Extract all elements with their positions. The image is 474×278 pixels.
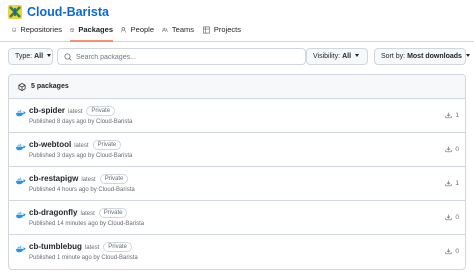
package-row: cb-dragonfly latest Private Published 14 m… <box>9 201 465 235</box>
package-row: cb-webtool latest Private Published 3 days… <box>9 133 465 167</box>
tab-packages[interactable]: Packages <box>70 23 113 42</box>
docker-icon <box>16 211 26 219</box>
download-icon <box>445 146 452 153</box>
package-name-link[interactable]: cb-restapigw <box>29 174 78 183</box>
package-list-header: 5 packages <box>9 75 465 99</box>
package-tag: latest <box>74 143 89 149</box>
tab-label: Packages <box>78 25 113 34</box>
download-count: 0 <box>445 248 459 255</box>
package-count: 5 packages <box>31 83 69 90</box>
package-meta: Published 1 minute ago by Cloud-Barista <box>29 255 138 261</box>
table-icon <box>203 26 210 34</box>
download-count: 1 <box>445 112 459 119</box>
visibility-badge: Private <box>98 208 128 218</box>
download-icon <box>445 180 452 187</box>
package-row: cb-tumblebug latest Private Published 1 mi… <box>9 235 465 269</box>
package-title-line: cb-webtool latest Private <box>29 139 122 152</box>
visibility-filter-label: Visibility: <box>313 53 341 60</box>
package-name-link[interactable]: cb-dragonfly <box>29 208 77 217</box>
tab-projects[interactable]: Projects <box>203 23 241 42</box>
tab-label: Projects <box>213 25 241 34</box>
package-title-line: cb-spider latest Private <box>29 105 116 118</box>
download-count: 0 <box>445 146 459 153</box>
package-tag: latest <box>68 109 83 115</box>
filter-bar: Type: All Visibility: All Sort by: Most … <box>8 48 470 65</box>
org-name-link[interactable]: Cloud-Barista <box>27 3 109 21</box>
visibility-filter-dropdown[interactable]: Visibility: All <box>306 48 368 65</box>
package-title-line: cb-tumblebug latest Private <box>29 241 132 254</box>
download-count-value: 1 <box>455 112 459 119</box>
tab-label: Repositories <box>20 25 62 34</box>
chevron-down-icon <box>465 53 470 57</box>
visibility-badge: Private <box>86 106 116 116</box>
sort-dropdown[interactable]: Sort by: Most downloads <box>374 48 470 65</box>
chevron-down-icon <box>355 53 360 57</box>
package-meta: Published 3 days ago by Cloud-Barista <box>29 153 133 159</box>
docker-icon <box>16 245 26 253</box>
package-meta: Published 8 days ago by Cloud-Barista <box>29 119 133 125</box>
package-name-link[interactable]: cb-webtool <box>29 140 71 149</box>
download-icon <box>445 214 452 221</box>
visibility-filter-value: All <box>342 53 352 60</box>
tab-teams[interactable]: Teams <box>162 23 194 42</box>
type-filter-value: All <box>34 53 44 60</box>
tab-label: Teams <box>171 25 194 34</box>
package-tag: latest <box>81 177 96 183</box>
sort-value: Most downloads <box>407 53 462 60</box>
package-icon <box>70 27 75 33</box>
person-icon <box>120 27 126 33</box>
download-count: 0 <box>445 214 459 221</box>
package-row: cb-spider latest Private Published 8 days … <box>9 99 465 133</box>
package-name-link[interactable]: cb-tumblebug <box>29 242 82 251</box>
package-meta: Published 4 hours ago by Cloud-Barista <box>29 187 135 193</box>
download-count: 1 <box>445 180 459 187</box>
search-field[interactable] <box>57 48 306 65</box>
chevron-down-icon <box>47 53 52 57</box>
package-title-line: cb-restapigw latest Private <box>29 173 129 186</box>
download-count-value: 0 <box>455 146 459 153</box>
package-title-line: cb-dragonfly latest Private <box>29 207 128 220</box>
download-count-value: 1 <box>455 180 459 187</box>
package-row: cb-restapigw latest Private Published 4 ho… <box>9 167 465 201</box>
sort-label: Sort by: <box>381 53 406 60</box>
people-icon <box>162 27 168 32</box>
tab-label: People <box>130 25 154 34</box>
docker-icon <box>16 109 26 117</box>
org-logo[interactable] <box>8 5 22 19</box>
package-tag: latest <box>84 245 100 251</box>
visibility-badge: Private <box>99 174 129 184</box>
download-icon <box>445 112 452 119</box>
repo-icon <box>12 27 16 33</box>
visibility-badge: Private <box>92 140 122 150</box>
package-list: 5 packages cb-spider latest Private Publis… <box>8 74 466 270</box>
tab-repositories[interactable]: Repositories <box>12 23 62 42</box>
package-meta: Published 14 minutes ago by Cloud-Barist… <box>29 221 145 227</box>
org-nav-tabs: Repositories Packages People Teams Proje… <box>0 23 474 42</box>
search-input[interactable] <box>76 51 296 63</box>
search-icon <box>64 53 72 61</box>
type-filter-label: Type: <box>15 53 33 60</box>
docker-icon <box>16 143 26 151</box>
docker-icon <box>16 177 26 185</box>
download-icon <box>445 248 452 255</box>
download-count-value: 0 <box>455 214 459 221</box>
package-name-link[interactable]: cb-spider <box>29 106 65 115</box>
visibility-badge: Private <box>103 242 132 252</box>
type-filter-dropdown[interactable]: Type: All <box>8 48 53 65</box>
download-count-value: 0 <box>455 248 459 255</box>
tab-people[interactable]: People <box>120 23 154 42</box>
package-tag: latest <box>80 211 95 217</box>
package-icon <box>18 83 26 91</box>
